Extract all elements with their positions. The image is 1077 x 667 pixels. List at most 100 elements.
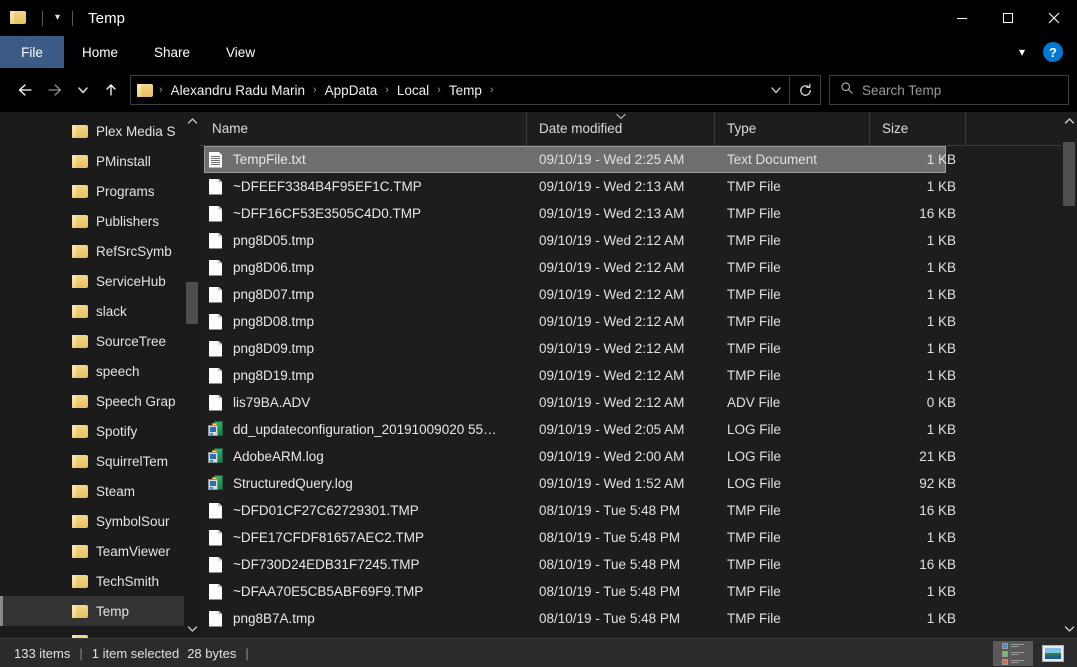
generic-file-icon xyxy=(208,286,224,304)
table-row[interactable]: ~DFD01CF27C62729301.TMP 08/10/19 - Tue 5… xyxy=(200,497,1077,524)
file-name: png8D06.tmp xyxy=(233,260,315,275)
sidebar-item-plex-media-server[interactable]: Plex Media S xyxy=(0,116,200,146)
table-row[interactable]: StructuredQuery.log 09/10/19 - Wed 1:52 … xyxy=(200,470,1077,497)
sidebar-item-label: slack xyxy=(96,303,127,319)
maximize-icon[interactable] xyxy=(985,0,1031,36)
table-row[interactable]: ~DFEEF3384B4F95EF1C.TMP 09/10/19 - Wed 2… xyxy=(200,173,1077,200)
table-row[interactable]: png8D06.tmp 09/10/19 - Wed 2:12 AM TMP F… xyxy=(200,254,1077,281)
tab-file[interactable]: File xyxy=(0,36,64,68)
sidebar-item-squirreltemp[interactable]: SquirrelTem xyxy=(0,446,200,476)
table-row[interactable]: png8D05.tmp 09/10/19 - Wed 2:12 AM TMP F… xyxy=(200,227,1077,254)
sidebar-item-symbolsource[interactable]: SymbolSour xyxy=(0,506,200,536)
table-row[interactable]: png8D19.tmp 09/10/19 - Wed 2:12 AM TMP F… xyxy=(200,362,1077,389)
search-input[interactable]: Search Temp xyxy=(862,83,941,98)
toolbar-divider-2 xyxy=(72,10,74,26)
breadcrumb-item-temp[interactable]: Temp xyxy=(444,81,487,100)
close-icon[interactable] xyxy=(1031,0,1077,36)
cell-name: png8D06.tmp xyxy=(200,259,527,277)
chevron-down-icon[interactable] xyxy=(763,76,789,104)
table-row[interactable]: lis79BA.ADV 09/10/19 - Wed 2:12 AM ADV F… xyxy=(200,389,1077,416)
minimize-icon[interactable] xyxy=(939,0,985,36)
search-box[interactable]: Search Temp xyxy=(829,75,1069,105)
sidebar-item-servicehub[interactable]: ServiceHub xyxy=(0,266,200,296)
cell-date: 09/10/19 - Wed 2:12 AM xyxy=(539,260,685,275)
recent-locations-button[interactable] xyxy=(70,75,96,105)
file-name: ~DFAA70E5CB5ABF69F9.TMP xyxy=(233,584,424,599)
large-icons-view-icon[interactable] xyxy=(1033,641,1073,666)
breadcrumb-item-user[interactable]: Alexandru Radu Marin xyxy=(166,81,310,100)
sidebar-item-label: Publishers xyxy=(96,213,160,229)
table-row[interactable]: TempFile.txt 09/10/19 - Wed 2:25 AM Text… xyxy=(200,146,1077,173)
cell-type: TMP File xyxy=(727,611,781,626)
back-button[interactable] xyxy=(10,75,40,105)
file-list-scrollbar[interactable] xyxy=(1061,112,1077,638)
table-row[interactable]: png8D07.tmp 09/10/19 - Wed 2:12 AM TMP F… xyxy=(200,281,1077,308)
address-bar: › Alexandru Radu Marin › AppData › Local… xyxy=(0,68,1077,112)
path-bar[interactable]: › Alexandru Radu Marin › AppData › Local… xyxy=(130,75,821,105)
table-row[interactable]: png8D09.tmp 09/10/19 - Wed 2:12 AM TMP F… xyxy=(200,335,1077,362)
sidebar-item-steam[interactable]: Steam xyxy=(0,476,200,506)
folder-icon xyxy=(72,214,89,231)
forward-button[interactable] xyxy=(40,75,70,105)
chevron-down-icon[interactable] xyxy=(1061,620,1077,638)
help-button[interactable]: ? xyxy=(1043,42,1063,62)
navigation-scrollbar[interactable] xyxy=(184,112,200,638)
breadcrumb-item-appdata[interactable]: AppData xyxy=(320,81,383,100)
folder-icon xyxy=(72,484,89,501)
sidebar-item-teamviewer[interactable]: TeamViewer xyxy=(0,536,200,566)
table-row[interactable]: png8B7A.tmp 08/10/19 - Tue 5:48 PM TMP F… xyxy=(200,605,1077,632)
chevron-down-icon[interactable] xyxy=(184,620,200,638)
chevron-down-icon[interactable]: ▾ xyxy=(50,11,65,25)
sidebar-item-slack[interactable]: slack xyxy=(0,296,200,326)
sidebar-item-label: Plex Media S xyxy=(96,123,176,139)
sidebar-item-label: TechSmith xyxy=(96,573,160,589)
cell-type: TMP File xyxy=(727,287,781,302)
table-row[interactable]: AdobeARM.log 09/10/19 - Wed 2:00 AM LOG … xyxy=(200,443,1077,470)
cell-type: TMP File xyxy=(727,206,781,221)
cell-type: TMP File xyxy=(727,584,781,599)
folder-icon xyxy=(72,304,89,321)
tab-share[interactable]: Share xyxy=(136,36,208,68)
cell-type: TMP File xyxy=(727,341,781,356)
cell-date: 09/10/19 - Wed 2:12 AM xyxy=(539,287,685,302)
navigation-scrollbar-thumb[interactable] xyxy=(186,282,198,324)
sidebar-item-techsmith[interactable]: TechSmith xyxy=(0,566,200,596)
up-button[interactable] xyxy=(96,75,126,105)
column-header-size[interactable]: Size xyxy=(870,112,966,146)
tab-home[interactable]: Home xyxy=(64,36,136,68)
sidebar-item-spotify[interactable]: Spotify xyxy=(0,416,200,446)
tab-view[interactable]: View xyxy=(208,36,273,68)
sidebar-item-refsrcsymbols[interactable]: RefSrcSymb xyxy=(0,236,200,266)
table-row[interactable]: png8D08.tmp 09/10/19 - Wed 2:12 AM TMP F… xyxy=(200,308,1077,335)
table-row[interactable]: ~DFAA70E5CB5ABF69F9.TMP 08/10/19 - Tue 5… xyxy=(200,578,1077,605)
details-view-icon[interactable] xyxy=(993,641,1033,666)
chevron-up-icon[interactable] xyxy=(1061,112,1077,130)
column-header-date-modified[interactable]: Date modified xyxy=(527,112,715,146)
sidebar-item-programs[interactable]: Programs xyxy=(0,176,200,206)
column-header-name[interactable]: Name xyxy=(200,112,527,146)
sidebar-item-sourcetree[interactable]: SourceTree xyxy=(0,326,200,356)
sidebar-item-pminstall[interactable]: PMinstall xyxy=(0,146,200,176)
table-row[interactable]: dd_updateconfiguration_20191009020 55… 0… xyxy=(200,416,1077,443)
sidebar-item-speech[interactable]: speech xyxy=(0,356,200,386)
breadcrumb-item-local[interactable]: Local xyxy=(392,81,434,100)
sidebar-item-publishers[interactable]: Publishers xyxy=(0,206,200,236)
generic-file-icon xyxy=(208,583,224,601)
cell-name: dd_updateconfiguration_20191009020 55… xyxy=(200,421,527,438)
sidebar-item-temp[interactable]: Temp xyxy=(0,596,200,626)
sidebar-item-label: TeamViewer xyxy=(96,543,171,559)
cell-date: 08/10/19 - Tue 5:48 PM xyxy=(539,611,681,626)
table-row[interactable]: ~DFF16CF53E3505C4D0.TMP 09/10/19 - Wed 2… xyxy=(200,200,1077,227)
chevron-up-icon[interactable] xyxy=(184,112,200,130)
chevron-down-icon[interactable]: ▾ xyxy=(1011,43,1033,61)
cell-size: 16 KB xyxy=(919,557,956,572)
cell-type: TMP File xyxy=(727,503,781,518)
sidebar-item-partial[interactable] xyxy=(0,626,200,638)
table-row[interactable]: ~DFE17CFDF81657AEC2.TMP 08/10/19 - Tue 5… xyxy=(200,524,1077,551)
column-header-type[interactable]: Type xyxy=(715,112,870,146)
table-row[interactable]: ~DF730D24EDB31F7245.TMP 08/10/19 - Tue 5… xyxy=(200,551,1077,578)
file-name: png8D08.tmp xyxy=(233,314,315,329)
refresh-icon[interactable] xyxy=(790,76,820,104)
file-list-scrollbar-thumb[interactable] xyxy=(1063,142,1075,206)
sidebar-item-speech-graphics[interactable]: Speech Grap xyxy=(0,386,200,416)
